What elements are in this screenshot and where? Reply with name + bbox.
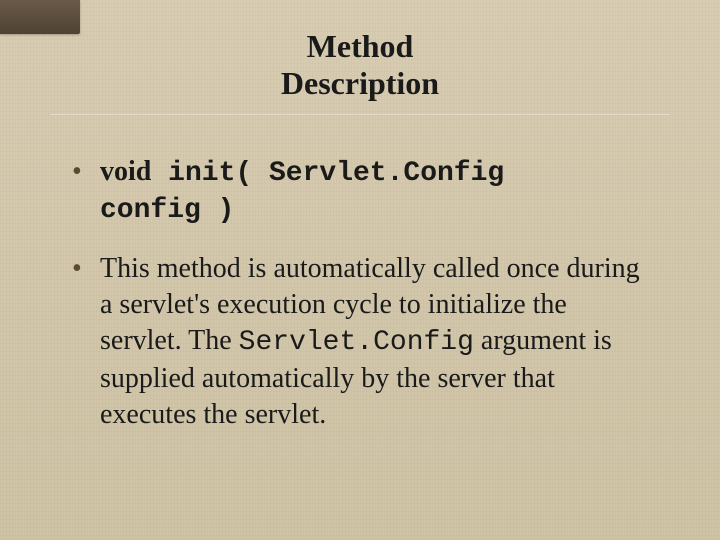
- bullet-method-signature: void init( Servlet.Config config ): [100, 154, 650, 230]
- desc-code: Servlet.Config: [239, 327, 474, 358]
- slide-body: void init( Servlet.Config config ) This …: [0, 114, 720, 433]
- corner-decoration: [0, 0, 80, 34]
- title-line-1: Method: [0, 28, 720, 65]
- slide: Method Description void init( Servlet.Co…: [0, 0, 720, 540]
- signature-line-2: config ): [100, 195, 234, 226]
- keyword-void: void: [100, 156, 151, 187]
- signature-line-1: init( Servlet.Config: [151, 158, 504, 189]
- bullet-description: This method is automatically called once…: [100, 251, 650, 432]
- title-line-2: Description: [0, 65, 720, 102]
- slide-title: Method Description: [0, 0, 720, 102]
